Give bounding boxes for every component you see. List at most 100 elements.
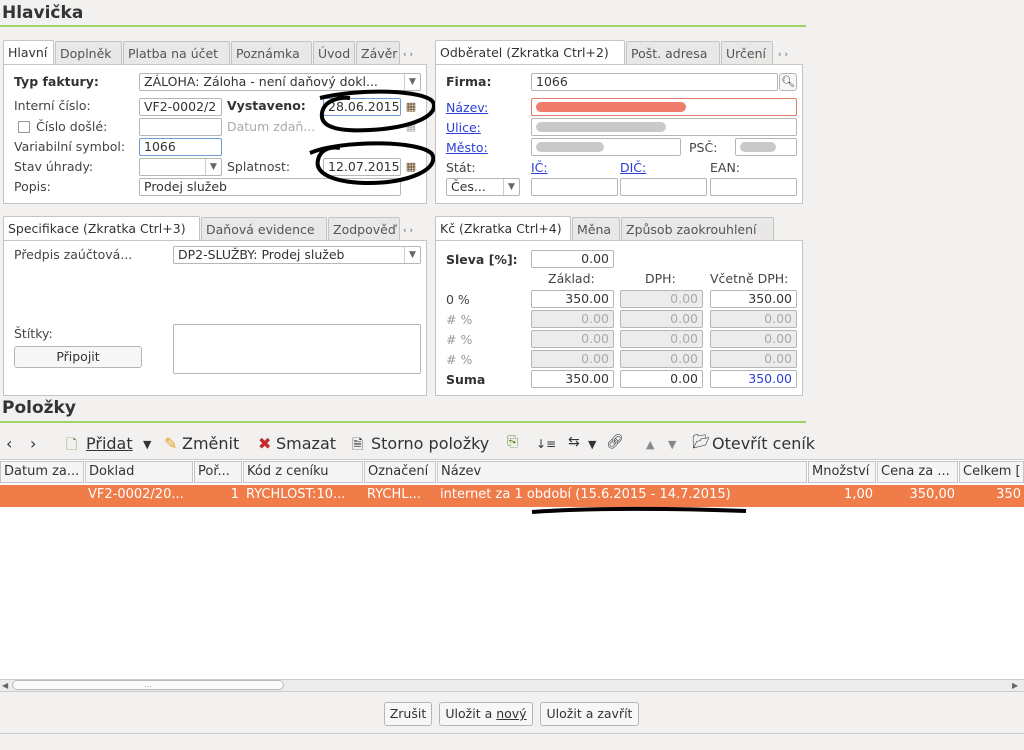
firma-input[interactable]: 1066: [531, 73, 778, 91]
tab-hlavni[interactable]: Hlavní: [3, 40, 54, 65]
sort-icon[interactable]: ↓≡: [536, 437, 556, 451]
tab-zodpovednost[interactable]: Zodpověď: [328, 217, 400, 241]
marker-circle: [309, 141, 436, 186]
nazev-link[interactable]: Název:: [446, 100, 488, 115]
var-symbol-input[interactable]: 1066: [139, 138, 222, 156]
marker-circle: [319, 89, 436, 133]
stat-value: Čes...: [451, 179, 486, 194]
cell-cena: 350,00: [909, 487, 956, 502]
tab-urceni[interactable]: Určení: [721, 41, 773, 65]
tab-poznamka[interactable]: Poznámka: [231, 41, 312, 65]
zaklad-input[interactable]: 350.00: [531, 290, 614, 308]
sleva-input[interactable]: 0.00: [531, 250, 614, 268]
chevron-down-icon[interactable]: ▼: [205, 159, 221, 175]
ic-input[interactable]: [531, 178, 618, 196]
cislo-dosle-checkbox[interactable]: [18, 121, 30, 133]
cislo-dosle-input[interactable]: [139, 118, 222, 136]
dic-link[interactable]: DIČ:: [620, 160, 646, 175]
tab-post-adresa[interactable]: Pošt. adresa: [626, 41, 720, 65]
link-icon[interactable]: 🔗︎: [606, 434, 624, 450]
tab-scroll-arrows[interactable]: ‹ ›: [403, 50, 413, 60]
vcetne-input: 0.00: [710, 330, 797, 348]
stitky-textarea[interactable]: [173, 324, 421, 374]
vat-row-label: # %: [446, 332, 473, 347]
tab-kc[interactable]: Kč (Zkratka Ctrl+4): [435, 216, 571, 241]
tab-doplnek[interactable]: Doplněk: [55, 41, 122, 65]
storno-icon: 🗎︎: [352, 437, 364, 453]
col-header-oznaceni[interactable]: Označení: [364, 461, 436, 483]
scrollbar-thumb[interactable]: ...: [12, 680, 284, 690]
col-header-celkem[interactable]: Celkem [: [959, 461, 1024, 483]
move-icon[interactable]: ⇆: [568, 434, 580, 450]
cell-doklad: VF2-0002/20...: [88, 487, 184, 502]
col-header-poradi[interactable]: Poř...: [194, 461, 242, 483]
psc-input[interactable]: [735, 138, 797, 156]
tab-platba[interactable]: Platba na účet: [123, 41, 230, 65]
chevron-down-icon[interactable]: ▼: [503, 179, 519, 195]
zrusit-button[interactable]: Zrušit: [384, 702, 432, 726]
tab-odberatel[interactable]: Odběratel (Zkratka Ctrl+2): [435, 40, 625, 65]
ulozit-zavrit-button[interactable]: Uložit a zavřít: [540, 702, 639, 726]
ean-label: EAN:: [710, 160, 741, 175]
stav-uhrady-select[interactable]: ▼: [139, 158, 222, 176]
col-header-cena[interactable]: Cena za ...: [877, 461, 958, 483]
move-up-icon[interactable]: ▲: [646, 438, 654, 451]
suma-dph: 0.00: [620, 370, 703, 388]
vcetne-input[interactable]: 350.00: [710, 290, 797, 308]
chevron-down-icon[interactable]: ▼: [588, 438, 596, 451]
firma-label: Firma:: [446, 74, 492, 89]
ulozit-novy-button[interactable]: Uložit a nový: [439, 702, 533, 726]
tab-uvod[interactable]: Úvod: [313, 41, 355, 65]
predpis-select[interactable]: DP2-SLUŽBY: Prodej služeb ▼: [173, 246, 421, 264]
tab-mena[interactable]: Měna: [572, 217, 620, 241]
tab-zaver[interactable]: Závěr: [356, 41, 400, 65]
pridat-button[interactable]: Přidat: [86, 434, 133, 453]
interni-cislo-input[interactable]: VF2-0002/2: [139, 98, 222, 116]
search-icon[interactable]: 🔍︎: [779, 73, 797, 91]
storno-button[interactable]: Storno položky: [371, 434, 489, 453]
otevrit-cenik-button[interactable]: Otevřít ceník: [712, 434, 815, 453]
copy-icon[interactable]: ⎘: [507, 434, 518, 450]
ean-input[interactable]: [710, 178, 797, 196]
dic-input[interactable]: [620, 178, 707, 196]
col-header-datum[interactable]: Datum za...: [0, 461, 84, 483]
tab-specifikace[interactable]: Specifikace (Zkratka Ctrl+3): [3, 216, 200, 241]
chevron-down-icon[interactable]: ▼: [404, 247, 420, 263]
nazev-input[interactable]: [531, 98, 797, 116]
ulice-link[interactable]: Ulice:: [446, 120, 481, 135]
tab-zaokrouhleni[interactable]: Způsob zaokrouhlení: [621, 217, 774, 241]
vcetne-input: 0.00: [710, 310, 797, 328]
ulice-input[interactable]: [531, 118, 797, 136]
typ-faktury-value: ZÁLOHA: Záloha - není daňový dokl...: [144, 74, 378, 89]
pripojit-button[interactable]: Připojit: [14, 346, 142, 368]
mesto-link[interactable]: Město:: [446, 140, 488, 155]
redacted-text: [536, 142, 604, 152]
stat-label: Stát:: [446, 160, 476, 175]
marker-annotations: [309, 89, 436, 186]
move-down-icon[interactable]: ▼: [668, 438, 676, 451]
scrollbar-grip: ...: [144, 680, 152, 689]
tab-scroll-arrows[interactable]: ‹ ›: [778, 50, 788, 60]
zaklad-input: 0.00: [531, 310, 614, 328]
tab-scroll-arrows[interactable]: ‹ ›: [403, 226, 413, 236]
smazat-button[interactable]: Smazat: [276, 434, 336, 453]
chevron-down-icon[interactable]: ▼: [143, 438, 151, 451]
stat-select[interactable]: Čes... ▼: [446, 178, 520, 196]
col-header-kod[interactable]: Kód z ceníku: [243, 461, 363, 483]
tab-danova-evidence[interactable]: Daňová evidence: [201, 217, 327, 241]
zmenit-button[interactable]: Změnit: [182, 434, 239, 453]
col-header-mnozstvi[interactable]: Množství: [808, 461, 876, 483]
col-header-nazev[interactable]: Název: [437, 461, 807, 483]
suma-label: Suma: [446, 372, 486, 387]
nav-prev-icon[interactable]: ‹: [6, 434, 12, 453]
mesto-input[interactable]: [531, 138, 681, 156]
nav-next-icon[interactable]: ›: [30, 434, 36, 453]
predpis-label: Předpis zaúčtová...: [14, 247, 133, 262]
col-header-doklad[interactable]: Doklad: [85, 461, 193, 483]
ic-link[interactable]: IČ:: [531, 160, 548, 175]
cell-celkem: 350: [996, 487, 1021, 502]
scroll-left-icon[interactable]: ◀: [2, 681, 8, 690]
vcetne-input: 0.00: [710, 350, 797, 368]
scroll-right-icon[interactable]: ▶: [1012, 681, 1018, 690]
popis-label: Popis:: [14, 179, 51, 194]
